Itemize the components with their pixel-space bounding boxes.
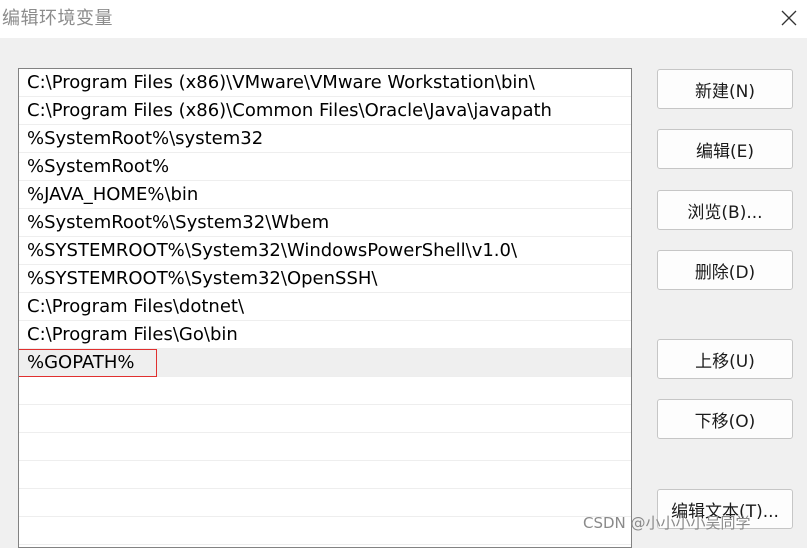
list-item[interactable]: %SYSTEMROOT%\System32\WindowsPowerShell\… — [19, 237, 631, 265]
close-button[interactable] — [770, 0, 807, 36]
list-item-empty[interactable] — [19, 405, 631, 433]
new-button[interactable]: 新建(N) — [657, 69, 793, 109]
title-bar: 编辑环境变量 — [0, 0, 807, 38]
list-item-empty[interactable] — [19, 489, 631, 517]
edit-button[interactable]: 编辑(E) — [657, 129, 793, 169]
delete-button[interactable]: 删除(D) — [657, 250, 793, 290]
list-item-empty[interactable] — [19, 377, 631, 405]
list-item[interactable]: %SYSTEMROOT%\System32\OpenSSH\ — [19, 265, 631, 293]
path-list[interactable]: C:\Program Files (x86)\VMware\VMware Wor… — [18, 68, 632, 548]
list-item[interactable]: %SystemRoot%\System32\Wbem — [19, 209, 631, 237]
list-item[interactable]: %JAVA_HOME%\bin — [19, 181, 631, 209]
list-item-editing[interactable]: %GOPATH% — [19, 349, 631, 377]
list-item-empty[interactable] — [19, 517, 631, 545]
list-item[interactable]: C:\Program Files (x86)\VMware\VMware Wor… — [19, 69, 631, 97]
move-down-button[interactable]: 下移(O) — [657, 399, 793, 439]
list-item[interactable]: C:\Program Files (x86)\Common Files\Orac… — [19, 97, 631, 125]
list-item[interactable]: %SystemRoot% — [19, 153, 631, 181]
watermark: CSDN @小小小小吴同学 — [583, 514, 751, 532]
list-item[interactable]: C:\Program Files\dotnet\ — [19, 293, 631, 321]
move-up-button[interactable]: 上移(U) — [657, 339, 793, 379]
window-title: 编辑环境变量 — [2, 8, 113, 29]
close-icon — [781, 10, 796, 26]
list-item-empty[interactable] — [19, 461, 631, 489]
list-item[interactable]: C:\Program Files\Go\bin — [19, 321, 631, 349]
list-item[interactable]: %SystemRoot%\system32 — [19, 125, 631, 153]
browse-button[interactable]: 浏览(B)... — [657, 190, 793, 230]
list-item-empty[interactable] — [19, 433, 631, 461]
